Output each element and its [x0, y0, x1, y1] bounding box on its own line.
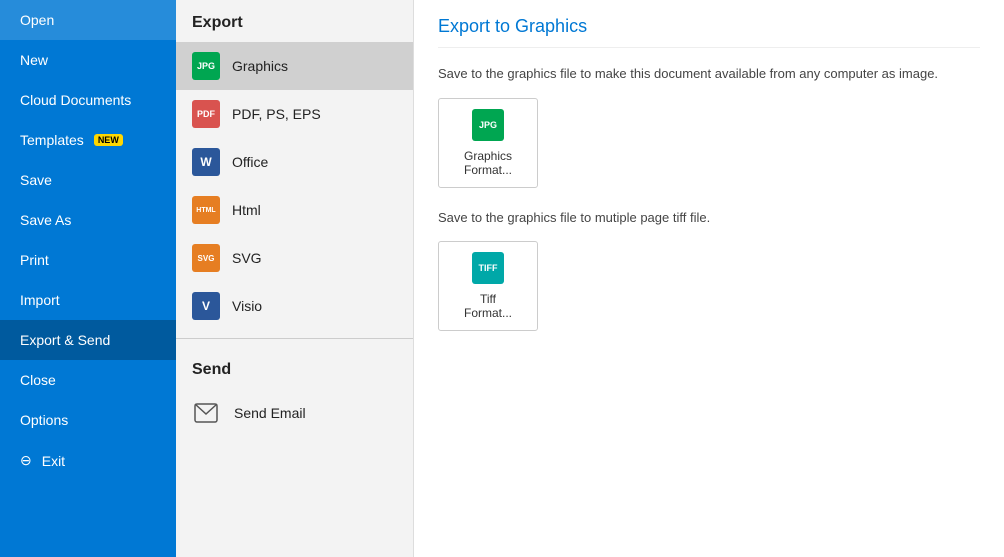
- sidebar-item-label: Export & Send: [20, 332, 110, 348]
- sidebar-item-save-as[interactable]: Save As: [0, 200, 176, 240]
- export-item-svg[interactable]: SVG SVG: [176, 234, 413, 282]
- format-cards-tiff: TIFF TiffFormat...: [438, 241, 980, 331]
- sidebar-item-export-send[interactable]: Export & Send: [0, 320, 176, 360]
- sidebar-item-import[interactable]: Import: [0, 280, 176, 320]
- sidebar-item-label: Import: [20, 292, 60, 308]
- sidebar-item-label: New: [20, 52, 48, 68]
- pdf-icon: PDF: [192, 100, 220, 128]
- export-item-pdf[interactable]: PDF PDF, PS, EPS: [176, 90, 413, 138]
- send-section-title: Send: [176, 347, 413, 389]
- html-icon: HTML: [192, 196, 220, 224]
- sidebar-item-label: Print: [20, 252, 49, 268]
- sidebar: Open New Cloud Documents Templates NEW S…: [0, 0, 176, 557]
- export-desc-2: Save to the graphics file to mutiple pag…: [438, 208, 980, 228]
- sidebar-item-templates[interactable]: Templates NEW: [0, 120, 176, 160]
- export-item-label: Html: [232, 202, 261, 218]
- panel-divider: [176, 338, 413, 339]
- sidebar-item-label: Open: [20, 12, 54, 28]
- sidebar-item-cloud[interactable]: Cloud Documents: [0, 80, 176, 120]
- export-item-label: Graphics: [232, 58, 288, 74]
- export-item-graphics[interactable]: JPG Graphics: [176, 42, 413, 90]
- sidebar-item-save[interactable]: Save: [0, 160, 176, 200]
- sidebar-item-options[interactable]: Options: [0, 400, 176, 440]
- exit-icon: ⊖: [20, 452, 32, 469]
- sidebar-item-label: Save As: [20, 212, 71, 228]
- send-email-item[interactable]: Send Email: [176, 389, 413, 437]
- word-icon: W: [192, 148, 220, 176]
- export-item-label: Visio: [232, 298, 262, 314]
- email-icon: [192, 399, 220, 427]
- new-badge: NEW: [94, 134, 123, 146]
- svg-icon: SVG: [192, 244, 220, 272]
- export-section-title: Export: [176, 0, 413, 42]
- right-panel-title: Export to Graphics: [438, 16, 980, 48]
- export-item-office[interactable]: W Office: [176, 138, 413, 186]
- export-item-visio[interactable]: V Visio: [176, 282, 413, 330]
- sidebar-item-close[interactable]: Close: [0, 360, 176, 400]
- sidebar-item-label: Templates: [20, 132, 84, 148]
- sidebar-item-print[interactable]: Print: [0, 240, 176, 280]
- sidebar-item-open[interactable]: Open: [0, 0, 176, 40]
- sidebar-item-exit[interactable]: ⊖ Exit: [0, 440, 176, 481]
- format-cards-graphics: JPG GraphicsFormat...: [438, 98, 980, 188]
- format-card-label: GraphicsFormat...: [464, 149, 512, 177]
- sidebar-item-label: Cloud Documents: [20, 92, 131, 108]
- sidebar-item-label: Close: [20, 372, 56, 388]
- format-card-label: TiffFormat...: [464, 292, 512, 320]
- visio-icon: V: [192, 292, 220, 320]
- send-email-label: Send Email: [234, 405, 306, 421]
- tiff-format-card[interactable]: TIFF TiffFormat...: [438, 241, 538, 331]
- export-item-label: SVG: [232, 250, 262, 266]
- sidebar-item-label: Exit: [42, 453, 65, 469]
- sidebar-item-new[interactable]: New: [0, 40, 176, 80]
- format-jpg-icon: JPG: [472, 109, 504, 141]
- format-tiff-icon: TIFF: [472, 252, 504, 284]
- sidebar-item-label: Save: [20, 172, 52, 188]
- sidebar-item-label: Options: [20, 412, 68, 428]
- export-desc-1: Save to the graphics file to make this d…: [438, 64, 980, 84]
- middle-panel: Export JPG Graphics PDF PDF, PS, EPS W O…: [176, 0, 414, 557]
- right-panel: Export to Graphics Save to the graphics …: [414, 0, 1004, 557]
- export-item-html[interactable]: HTML Html: [176, 186, 413, 234]
- export-item-label: Office: [232, 154, 268, 170]
- graphics-format-card[interactable]: JPG GraphicsFormat...: [438, 98, 538, 188]
- export-item-label: PDF, PS, EPS: [232, 106, 321, 122]
- jpg-icon: JPG: [192, 52, 220, 80]
